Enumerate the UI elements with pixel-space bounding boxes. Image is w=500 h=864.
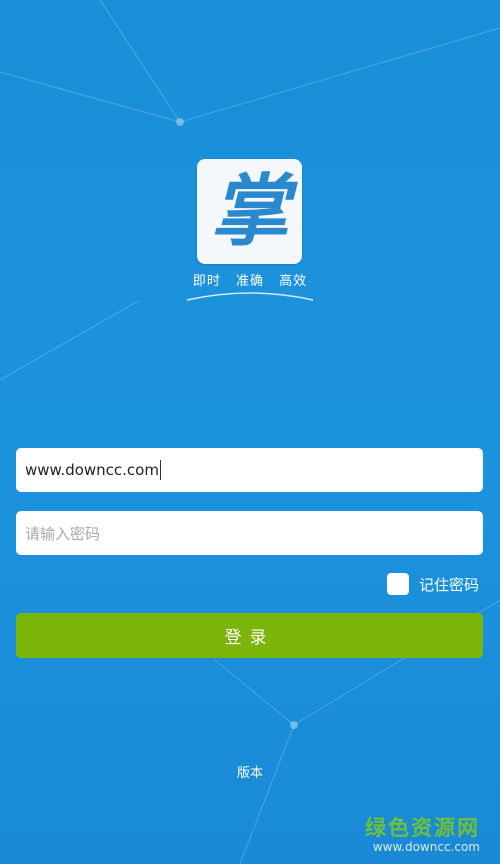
tagline: 即时 准确 高效 [0, 270, 500, 289]
login-button[interactable]: 登录 [16, 613, 483, 658]
watermark-title: 绿色资源网 [365, 816, 480, 840]
tagline-word: 即时 [192, 274, 221, 289]
tagline-word: 高效 [279, 274, 308, 289]
watermark: 绿色资源网 www.downcc.com [365, 812, 480, 854]
logo-glyph: 掌 [210, 166, 289, 257]
watermark-url: www.downcc.com [372, 840, 480, 854]
version-label: 版本 [236, 766, 263, 781]
app-logo: 掌 [197, 159, 302, 264]
password-placeholder: 请输入密码 [25, 524, 101, 543]
username-value: www.downcc.com [25, 461, 159, 479]
login-label: 登录 [224, 628, 275, 648]
password-input[interactable]: 请输入密码 [16, 511, 483, 555]
version-link[interactable]: 版本 [0, 762, 500, 781]
username-input[interactable]: www.downcc.com [16, 448, 483, 492]
tagline-word: 准确 [235, 274, 264, 289]
decorative-arc [186, 292, 314, 301]
text-cursor [159, 460, 161, 480]
remember-label: 记住密码 [419, 575, 480, 594]
remember-password[interactable]: 记住密码 [387, 573, 479, 595]
remember-checkbox[interactable] [387, 573, 409, 595]
background-network-lines [0, 0, 500, 864]
